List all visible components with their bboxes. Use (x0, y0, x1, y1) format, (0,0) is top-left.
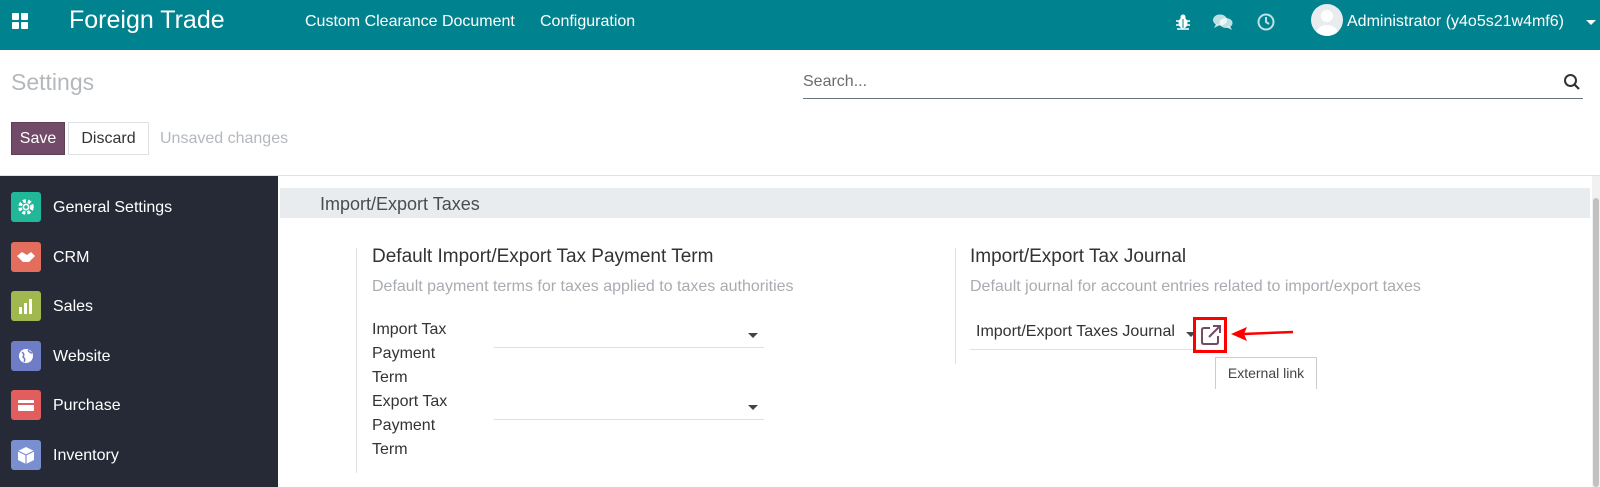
chevron-down-icon[interactable] (1586, 20, 1596, 25)
journal-title: Import/Export Tax Journal (970, 246, 1187, 267)
gear-icon (11, 192, 41, 222)
discard-button[interactable]: Discard (68, 122, 149, 155)
external-link-icon[interactable] (1200, 324, 1222, 346)
payment-term-description: Default payment terms for taxes applied … (372, 278, 794, 295)
sidebar-item-label: Sales (53, 298, 94, 315)
page-title: Settings (11, 69, 95, 95)
chevron-down-icon[interactable] (748, 405, 758, 410)
menu-configuration[interactable]: Configuration (540, 13, 635, 31)
import-tax-term-select[interactable] (494, 322, 764, 348)
tooltip: External link (1215, 357, 1317, 389)
sidebar-item-label: General Settings (53, 199, 173, 216)
sidebar-item-label: Website (53, 348, 111, 365)
arrow-annotation (1231, 327, 1294, 341)
sidebar-item-inventory[interactable]: Inventory (0, 431, 278, 477)
globe-icon (11, 341, 41, 371)
divider (356, 248, 357, 473)
sidebar-item-general-settings[interactable]: General Settings (0, 183, 278, 229)
chart-icon (11, 291, 41, 321)
credit-card-icon (11, 390, 41, 420)
export-tax-term-select[interactable] (494, 394, 764, 420)
sidebar-item-purchase[interactable]: Purchase (0, 381, 278, 427)
sidebar-item-label: CRM (53, 249, 90, 266)
chevron-down-icon[interactable] (748, 333, 758, 338)
payment-term-title: Default Import/Export Tax Payment Term (372, 246, 714, 267)
sidebar-item-label: Purchase (53, 397, 121, 414)
import-tax-label: Import Tax Payment Term (372, 321, 447, 386)
bug-icon[interactable] (1173, 12, 1193, 32)
handshake-icon (11, 242, 41, 272)
sidebar-item-website[interactable]: Website (0, 332, 278, 378)
search-icon[interactable] (1563, 73, 1581, 91)
save-button[interactable]: Save (11, 122, 65, 155)
user-menu[interactable]: Administrator (y4o5s21w4mf6) (1347, 13, 1564, 31)
chat-icon[interactable] (1212, 12, 1234, 32)
journal-value[interactable]: Import/Export Taxes Journal (976, 323, 1176, 341)
search-input[interactable] (803, 67, 1543, 97)
avatar[interactable] (1311, 4, 1343, 36)
clock-icon[interactable] (1256, 12, 1276, 32)
top-navbar: Foreign Trade Custom Clearance Document … (0, 0, 1600, 50)
export-tax-label: Export Tax Payment Term (372, 393, 448, 458)
unsaved-status: Unsaved changes (160, 130, 289, 147)
journal-description: Default journal for account entries rela… (970, 278, 1421, 295)
section-title: Import/Export Taxes (320, 194, 480, 214)
search-bar (803, 67, 1583, 99)
apps-icon[interactable] (12, 13, 28, 29)
sidebar-item-sales[interactable]: Sales (0, 282, 278, 328)
settings-sidebar: General Settings CRM Sales Website Purch… (0, 176, 278, 487)
sidebar-item-crm[interactable]: CRM (0, 233, 278, 279)
section-header: Import/Export Taxes (280, 188, 1590, 218)
box-icon (11, 440, 41, 470)
menu-custom-clearance[interactable]: Custom Clearance Document (305, 13, 515, 31)
settings-main: Import/Export Taxes Default Import/Expor… (278, 176, 1600, 487)
sidebar-item-label: Inventory (53, 447, 119, 464)
divider (955, 248, 956, 364)
app-brand[interactable]: Foreign Trade (69, 6, 225, 35)
external-link-highlight (1193, 317, 1227, 353)
scrollbar[interactable] (1592, 176, 1600, 487)
